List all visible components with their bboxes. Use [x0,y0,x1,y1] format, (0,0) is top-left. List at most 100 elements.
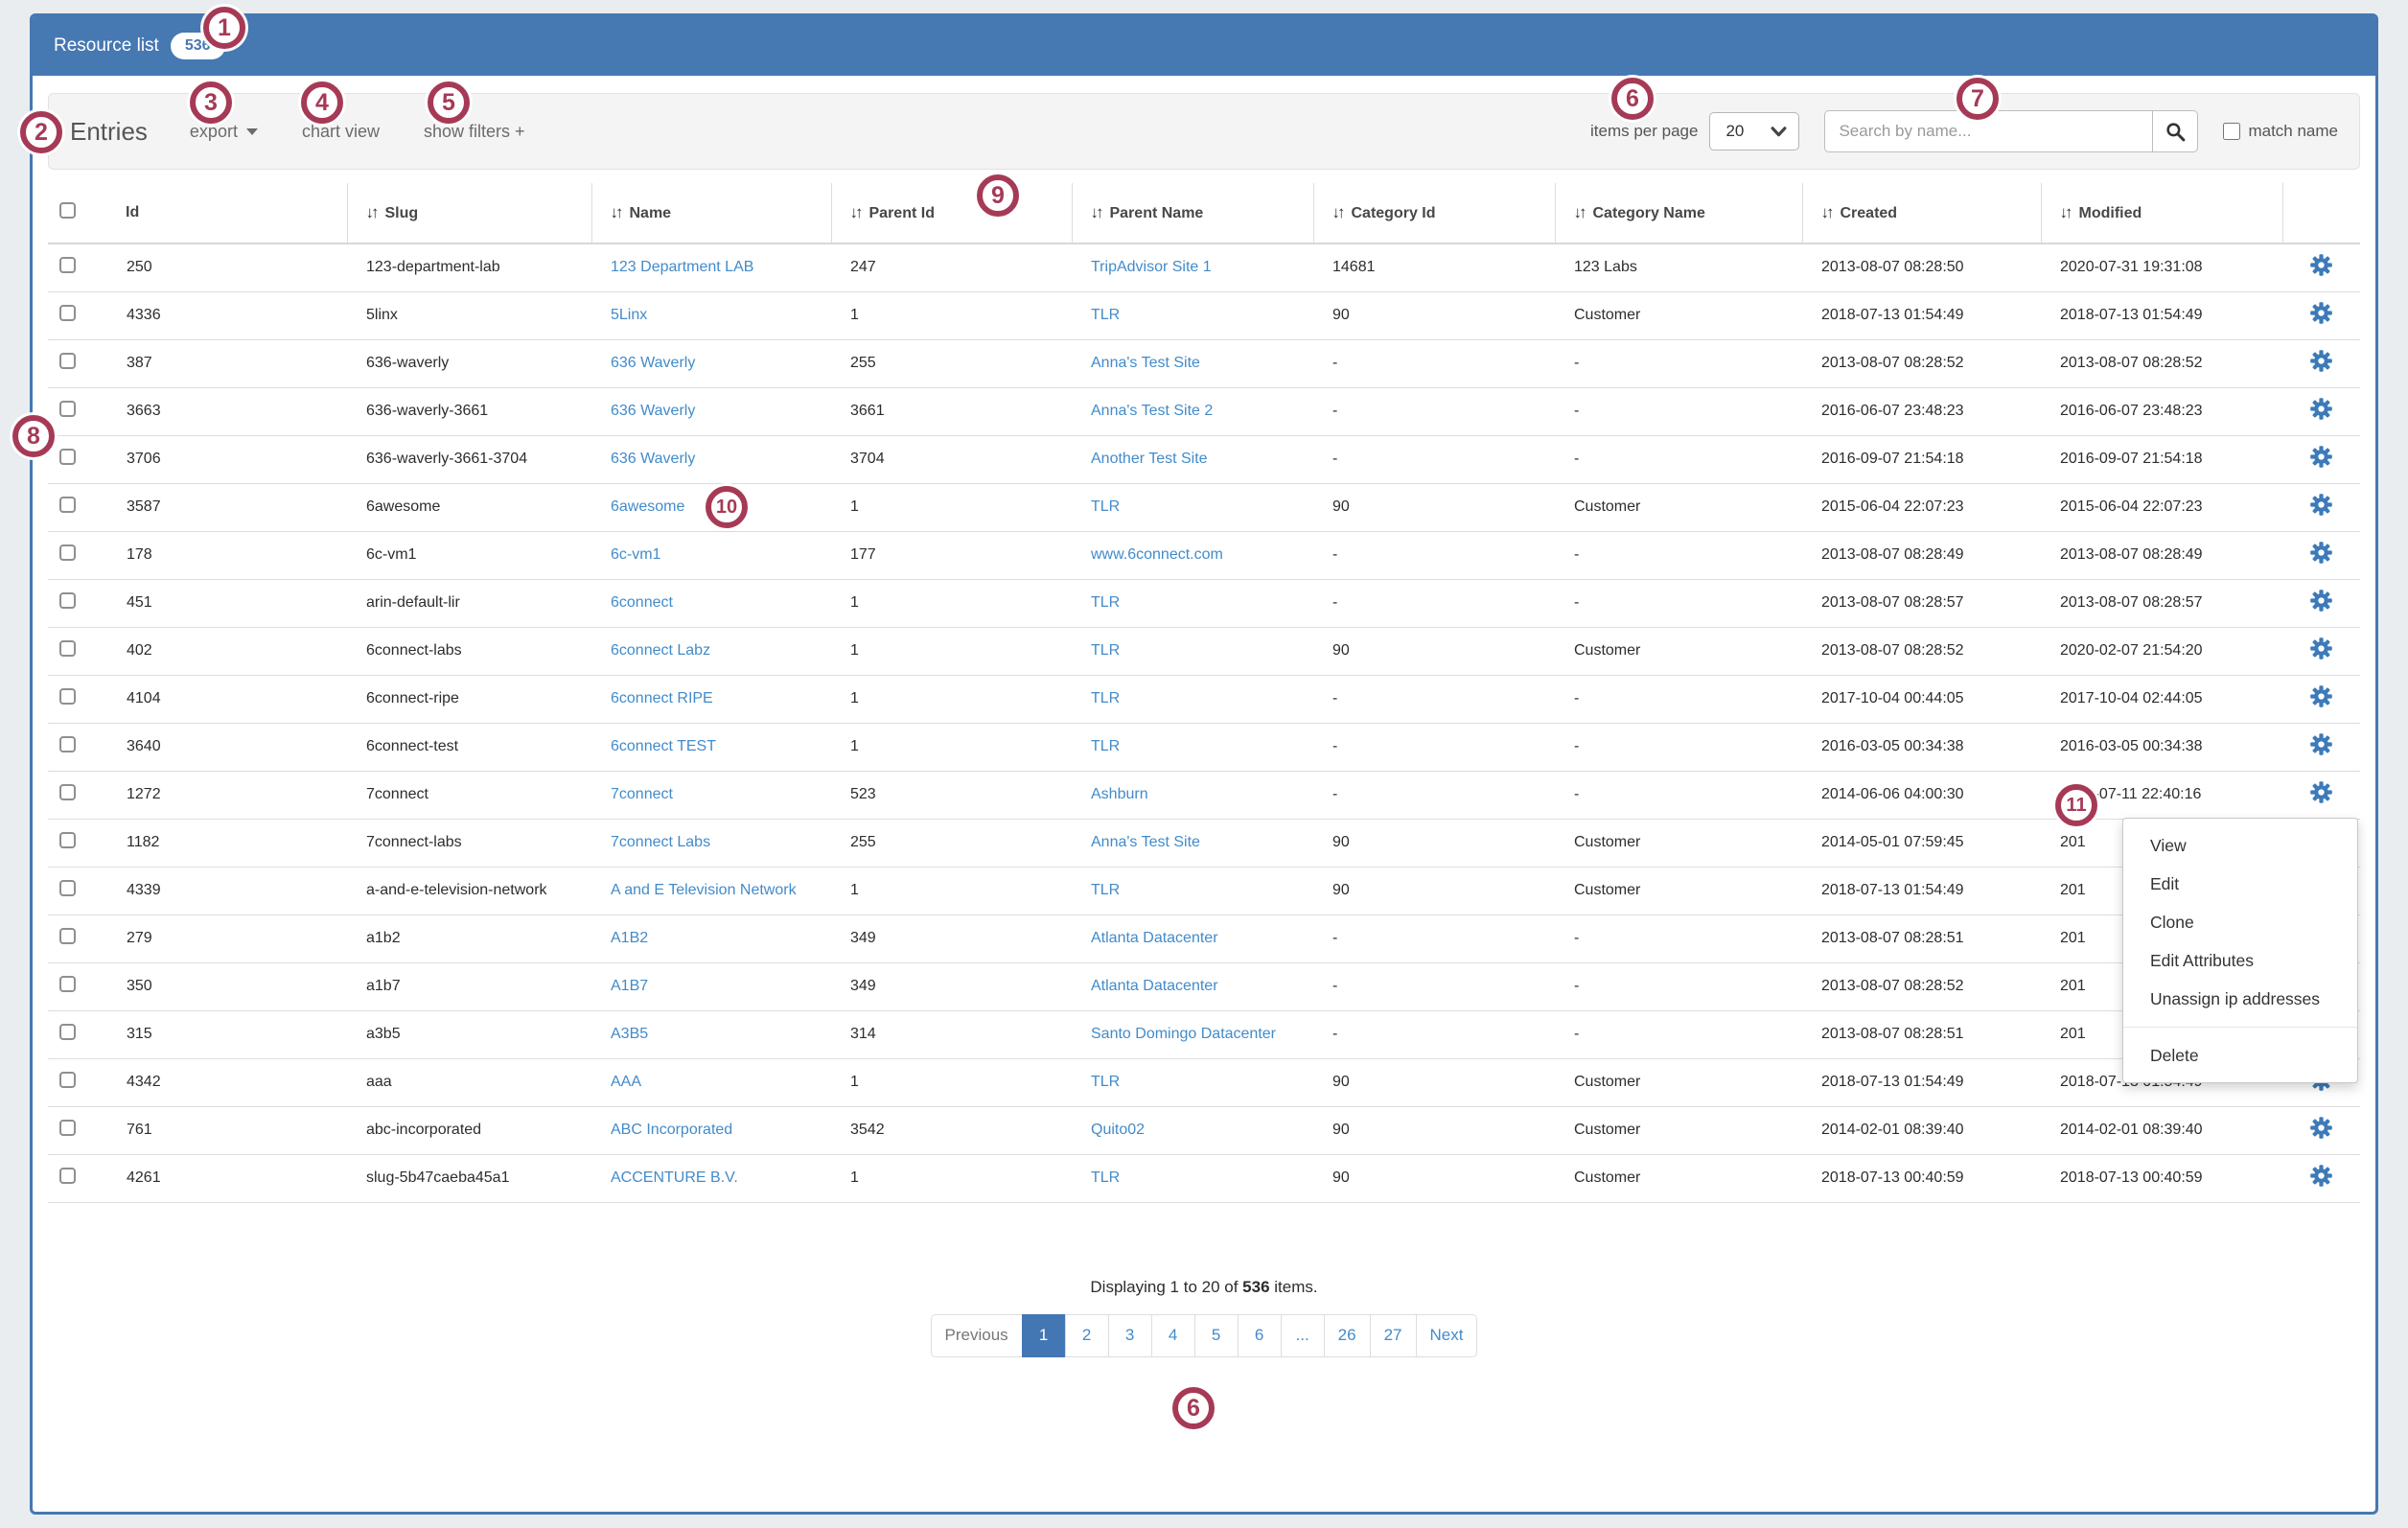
name-link[interactable]: 7connect Labs [611,834,710,850]
row-actions-button[interactable] [2310,446,2332,468]
row-checkbox[interactable] [59,688,76,705]
page-previous-button[interactable]: Previous [931,1314,1023,1357]
row-actions-button[interactable] [2310,350,2332,372]
column-header-parent-id[interactable]: ↓↑Parent Id [831,183,1072,243]
name-link[interactable]: 7connect [611,786,673,802]
row-checkbox[interactable] [59,1072,76,1088]
name-link[interactable]: A and E Television Network [611,882,797,898]
row-checkbox[interactable] [59,449,76,465]
row-checkbox[interactable] [59,544,76,561]
name-link[interactable]: AAA [611,1074,641,1090]
row-checkbox[interactable] [59,497,76,513]
row-actions-button[interactable] [2310,494,2332,516]
row-checkbox[interactable] [59,784,76,800]
menu-item-view[interactable]: View [2123,826,2357,865]
row-checkbox[interactable] [59,640,76,657]
name-link[interactable]: 6connect RIPE [611,690,713,706]
chart-view-button[interactable]: chart view [302,122,380,142]
parent-name-link[interactable]: TLR [1091,307,1120,323]
menu-item-unassign-ip-addresses[interactable]: Unassign ip addresses [2123,980,2357,1018]
row-actions-button[interactable] [2310,1165,2332,1187]
page-next-button[interactable]: Next [1416,1314,1478,1357]
row-checkbox[interactable] [59,401,76,417]
parent-name-link[interactable]: Anna's Test Site 2 [1091,403,1213,419]
column-header-category-name[interactable]: ↓↑Category Name [1555,183,1802,243]
page-6-button[interactable]: 6 [1238,1314,1282,1357]
name-link[interactable]: 6connect Labz [611,642,710,659]
name-link[interactable]: A3B5 [611,1026,648,1042]
name-link[interactable]: ABC Incorporated [611,1122,732,1138]
page-1-button[interactable]: 1 [1022,1314,1066,1357]
name-link[interactable]: A1B2 [611,930,648,946]
page-26-button[interactable]: 26 [1324,1314,1371,1357]
name-link[interactable]: ACCENTURE B.V. [611,1169,738,1186]
page-ellipsis[interactable]: ... [1281,1314,1325,1357]
row-checkbox[interactable] [59,976,76,992]
row-actions-button[interactable] [2310,637,2332,660]
row-checkbox[interactable] [59,305,76,321]
row-actions-button[interactable] [2310,590,2332,612]
show-filters-button[interactable]: show filters + [424,122,525,142]
row-actions-button[interactable] [2310,302,2332,324]
column-header-modified[interactable]: ↓↑Modified [2041,183,2282,243]
row-checkbox[interactable] [59,592,76,609]
row-checkbox[interactable] [59,736,76,752]
parent-name-link[interactable]: Atlanta Datacenter [1091,930,1218,946]
row-checkbox[interactable] [59,257,76,273]
column-header-category-id[interactable]: ↓↑Category Id [1313,183,1555,243]
parent-name-link[interactable]: TLR [1091,642,1120,659]
parent-name-link[interactable]: Anna's Test Site [1091,834,1200,850]
row-actions-button[interactable] [2310,733,2332,755]
parent-name-link[interactable]: TLR [1091,1169,1120,1186]
menu-item-delete[interactable]: Delete [2123,1036,2357,1075]
parent-name-link[interactable]: TripAdvisor Site 1 [1091,259,1212,275]
parent-name-link[interactable]: Atlanta Datacenter [1091,978,1218,994]
parent-name-link[interactable]: TLR [1091,882,1120,898]
page-2-button[interactable]: 2 [1065,1314,1109,1357]
page-5-button[interactable]: 5 [1194,1314,1239,1357]
row-checkbox[interactable] [59,1168,76,1184]
name-link[interactable]: 6c-vm1 [611,546,660,563]
row-actions-button[interactable] [2310,1117,2332,1139]
row-checkbox[interactable] [59,1024,76,1040]
row-actions-button[interactable] [2310,254,2332,276]
match-name-checkbox[interactable] [2223,123,2240,140]
page-4-button[interactable]: 4 [1151,1314,1195,1357]
row-checkbox[interactable] [59,1120,76,1136]
menu-item-clone[interactable]: Clone [2123,903,2357,941]
parent-name-link[interactable]: TLR [1091,1074,1120,1090]
name-link[interactable]: 6connect [611,594,673,611]
name-link[interactable]: 123 Department LAB [611,259,753,275]
parent-name-link[interactable]: TLR [1091,738,1120,754]
search-button[interactable] [2152,110,2198,152]
page-27-button[interactable]: 27 [1370,1314,1417,1357]
row-checkbox[interactable] [59,880,76,896]
parent-name-link[interactable]: TLR [1091,498,1120,515]
column-header-parent-name[interactable]: ↓↑Parent Name [1072,183,1313,243]
row-actions-button[interactable] [2310,398,2332,420]
name-link[interactable]: 636 Waverly [611,451,695,467]
row-checkbox[interactable] [59,928,76,944]
column-header-created[interactable]: ↓↑Created [1802,183,2041,243]
column-header-slug[interactable]: ↓↑Slug [347,183,591,243]
name-link[interactable]: A1B7 [611,978,648,994]
parent-name-link[interactable]: Ashburn [1091,786,1148,802]
parent-name-link[interactable]: TLR [1091,690,1120,706]
name-link[interactable]: 636 Waverly [611,355,695,371]
menu-item-edit-attributes[interactable]: Edit Attributes [2123,941,2357,980]
name-link[interactable]: 636 Waverly [611,403,695,419]
items-per-page-select[interactable]: 20 [1709,112,1799,150]
row-checkbox[interactable] [59,353,76,369]
column-header-name[interactable]: ↓↑Name [591,183,831,243]
row-actions-button[interactable] [2310,781,2332,803]
name-link[interactable]: 5Linx [611,307,647,323]
parent-name-link[interactable]: Anna's Test Site [1091,355,1200,371]
menu-item-edit[interactable]: Edit [2123,865,2357,903]
row-checkbox[interactable] [59,832,76,848]
select-all-checkbox[interactable] [59,202,76,219]
parent-name-link[interactable]: Santo Domingo Datacenter [1091,1026,1276,1042]
parent-name-link[interactable]: TLR [1091,594,1120,611]
parent-name-link[interactable]: www.6connect.com [1091,546,1223,563]
name-link[interactable]: 6awesome [611,498,684,515]
export-button[interactable]: export [190,122,258,142]
